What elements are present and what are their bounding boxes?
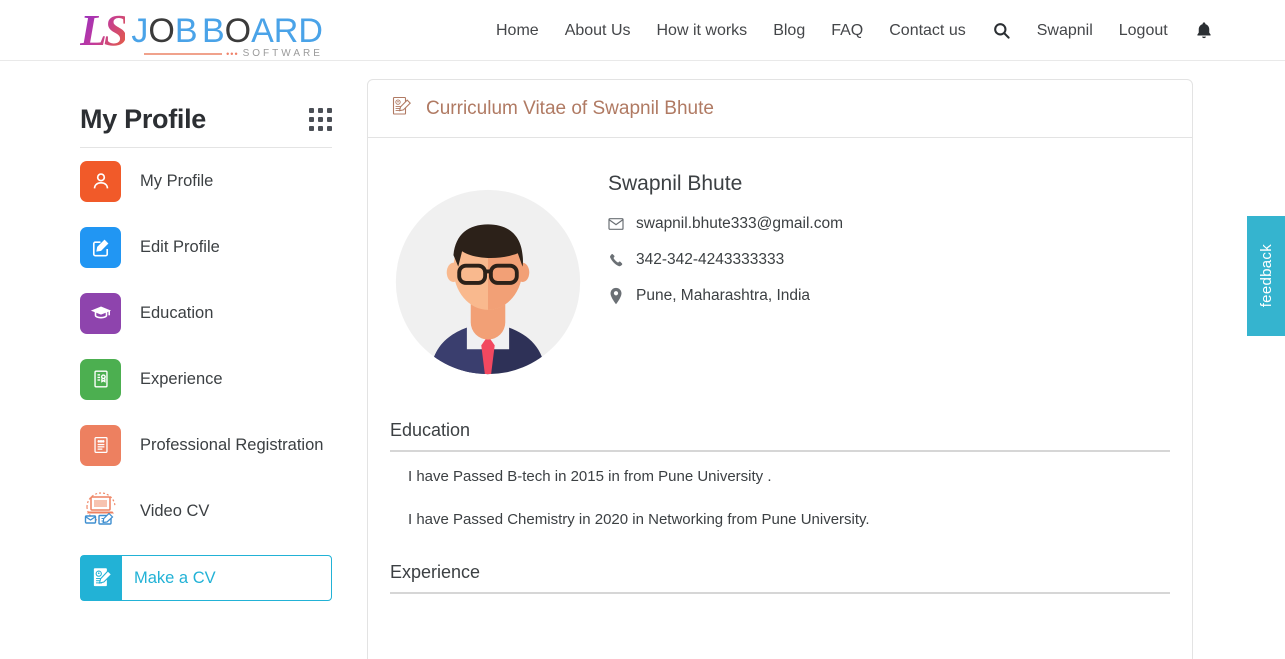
cv-card-title: Curriculum Vitae of Swapnil Bhute [426, 97, 714, 119]
education-line: I have Passed Chemistry in 2020 in Netwo… [408, 511, 870, 528]
profile-sidebar: My Profile My Profile Edit Profile Educa… [80, 61, 332, 601]
sidebar-item-label: Professional Registration [140, 435, 324, 454]
logo-word-board: BOARD [201, 12, 323, 50]
logo-word-job: JOB [131, 12, 198, 50]
nav-contact-us[interactable]: Contact us [876, 0, 978, 61]
education-line: I have Passed B-tech in 2015 in from Pun… [408, 468, 772, 485]
bell-icon[interactable] [1181, 20, 1227, 41]
contact-details: Swapnil Bhute swapnil.bhute333@gmail.com [608, 158, 843, 406]
cv-card-header: Curriculum Vitae of Swapnil Bhute [368, 80, 1192, 138]
sidebar-item-label: Experience [140, 369, 223, 388]
phone-value: 342-342-4243333333 [636, 251, 785, 268]
map-pin-icon [608, 287, 624, 305]
pencil-square-icon [80, 226, 121, 268]
sidebar-item-experience[interactable]: Experience [80, 346, 332, 412]
location-row: Pune, Maharashtra, India [608, 287, 843, 305]
sidebar-item-edit-profile[interactable]: Edit Profile [80, 214, 332, 280]
feedback-label: feedback [1257, 244, 1275, 308]
certificate-icon [80, 358, 121, 400]
sidebar-item-video-cv[interactable]: Video CV [80, 478, 332, 544]
sidebar-item-professional-registration[interactable]: Professional Registration [80, 412, 332, 478]
sidebar-item-label: My Profile [140, 171, 214, 190]
video-cv-icon [80, 491, 121, 532]
make-cv-icon [81, 556, 122, 600]
main-navigation: Home About Us How it works Blog FAQ Cont… [496, 0, 1227, 61]
nav-blog[interactable]: Blog [760, 0, 818, 61]
profile-summary: Swapnil Bhute swapnil.bhute333@gmail.com [390, 158, 1170, 406]
nav-how-it-works[interactable]: How it works [644, 0, 761, 61]
sidebar-header: My Profile [80, 61, 332, 148]
email-row: swapnil.bhute333@gmail.com [608, 215, 843, 233]
logo-dots: ••• [226, 48, 239, 59]
sidebar-item-my-profile[interactable]: My Profile [80, 148, 332, 214]
nav-home[interactable]: Home [496, 0, 552, 61]
sidebar-item-label: Edit Profile [140, 237, 220, 256]
user-icon [80, 160, 121, 202]
cv-document-icon [390, 94, 414, 124]
cv-card: Curriculum Vitae of Swapnil Bhute Swapni… [367, 79, 1193, 659]
section-title: Education [390, 420, 1170, 452]
page-body: My Profile My Profile Edit Profile Educa… [0, 61, 1285, 659]
location-value: Pune, Maharashtra, India [636, 287, 811, 304]
logo-tagline: SOFTWARE [242, 48, 323, 59]
grid-menu-icon[interactable] [309, 108, 332, 131]
site-logo[interactable]: LS JOB BOARD ••• SOFTWARE [80, 4, 323, 60]
section-title: Experience [390, 562, 1170, 594]
feedback-tab[interactable]: feedback [1247, 216, 1285, 336]
avatar [390, 158, 586, 406]
site-header: LS JOB BOARD ••• SOFTWARE Home About Us … [0, 0, 1285, 61]
logo-mark: LS [80, 6, 128, 55]
search-icon[interactable] [979, 21, 1024, 40]
sidebar-item-label: Video CV [140, 501, 210, 520]
sidebar-item-label: Education [140, 303, 214, 322]
nav-user-swapnil[interactable]: Swapnil [1024, 0, 1106, 61]
education-section: Education I have Passed B-tech in 2015 i… [390, 420, 1170, 528]
document-icon [80, 424, 121, 466]
sidebar-item-label: Make a CV [134, 568, 216, 587]
nav-logout[interactable]: Logout [1106, 0, 1181, 61]
logo-tagline-row: ••• SOFTWARE [144, 48, 323, 59]
logo-rule [144, 52, 223, 55]
envelope-icon [608, 217, 624, 231]
nav-faq[interactable]: FAQ [818, 0, 876, 61]
person-name: Swapnil Bhute [608, 172, 743, 195]
cv-card-body: Swapnil Bhute swapnil.bhute333@gmail.com [368, 138, 1192, 594]
phone-row: 342-342-4243333333 [608, 251, 843, 269]
sidebar-item-make-a-cv[interactable]: Make a CV [80, 555, 332, 601]
phone-icon [608, 252, 624, 268]
page-title: My Profile [80, 104, 207, 134]
graduation-cap-icon [80, 292, 121, 334]
email-value: swapnil.bhute333@gmail.com [636, 215, 844, 232]
experience-section: Experience [390, 562, 1170, 594]
nav-about-us[interactable]: About Us [552, 0, 644, 61]
logo-wordmark: JOB BOARD ••• SOFTWARE [131, 12, 323, 59]
sidebar-item-education[interactable]: Education [80, 280, 332, 346]
